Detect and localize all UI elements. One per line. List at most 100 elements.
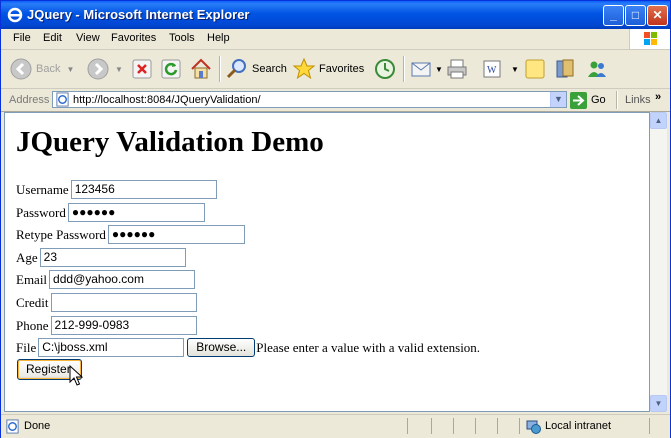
menu-help[interactable]: Help xyxy=(207,32,230,44)
menu-favorites[interactable]: Favorites xyxy=(111,32,156,44)
phone-label: Phone xyxy=(16,317,49,333)
messenger-icon xyxy=(588,61,606,77)
forward-button[interactable]: ▼ xyxy=(86,55,123,83)
status-panel xyxy=(519,418,520,434)
address-dropdown-icon[interactable]: ▼ xyxy=(550,92,566,107)
mail-icon xyxy=(411,62,431,77)
forward-arrow-icon xyxy=(87,58,109,80)
status-panel xyxy=(453,418,454,434)
favorites-button[interactable]: Favorites xyxy=(292,55,364,83)
username-row: Username 123456 xyxy=(16,179,217,200)
file-error-message: Please enter a value with a valid extens… xyxy=(256,339,481,355)
status-bar: Done Local intranet xyxy=(1,414,670,438)
title-bar[interactable]: JQuery - Microsoft Internet Explorer _ □… xyxy=(1,1,670,29)
toolbar: Back ▼ ▼ Search Favorites ▼ W ▼ xyxy=(1,50,670,89)
menu-edit[interactable]: Edit xyxy=(43,32,62,44)
back-label: Back xyxy=(36,63,61,75)
credit-label: Credit xyxy=(16,294,49,310)
resize-grip[interactable] xyxy=(649,418,650,434)
back-arrow-icon xyxy=(10,58,32,80)
search-button[interactable]: Search xyxy=(225,55,287,83)
status-panel xyxy=(431,418,432,434)
mail-button[interactable]: ▼ xyxy=(409,55,443,83)
credit-input[interactable] xyxy=(50,293,197,312)
printer-icon xyxy=(447,59,467,79)
stop-icon xyxy=(132,59,152,79)
username-input[interactable]: 123456 xyxy=(70,180,217,199)
menu-bar: File Edit View Favorites Tools Help xyxy=(1,29,670,50)
file-row: File C:\jboss.xml Browse... Please enter… xyxy=(16,337,480,358)
phone-input[interactable]: 212-999-0983 xyxy=(50,316,197,335)
email-row: Email ddd@yahoo.com xyxy=(16,269,196,290)
retype-password-label: Retype Password xyxy=(16,226,106,242)
scroll-down-icon[interactable]: ▼ xyxy=(650,395,667,412)
discuss-button[interactable] xyxy=(523,55,547,83)
retype-password-input[interactable]: ●●●●●● xyxy=(107,225,245,244)
page-icon xyxy=(56,92,69,107)
toolbar-separator xyxy=(219,56,221,82)
history-button[interactable] xyxy=(373,55,397,83)
file-label: File xyxy=(16,339,37,355)
search-icon xyxy=(226,59,246,79)
menu-tools[interactable]: Tools xyxy=(169,32,195,44)
stop-button[interactable] xyxy=(131,55,153,83)
age-input[interactable]: 23 xyxy=(39,248,186,267)
back-dropdown-icon[interactable]: ▼ xyxy=(66,65,74,74)
status-panel xyxy=(475,418,476,434)
menu-view[interactable]: View xyxy=(76,32,100,44)
print-button[interactable] xyxy=(445,55,469,83)
phone-row: Phone 212-999-0983 xyxy=(16,315,197,336)
favorites-label: Favorites xyxy=(319,63,365,75)
address-label: Address xyxy=(9,94,50,106)
browse-button[interactable]: Browse... xyxy=(187,338,256,357)
minimize-button[interactable]: _ xyxy=(603,5,624,26)
password-label: Password xyxy=(16,204,66,220)
ie-logo-icon xyxy=(7,7,23,23)
go-arrow-icon xyxy=(570,91,587,109)
email-input[interactable]: ddd@yahoo.com xyxy=(49,270,196,289)
links-chevron-icon[interactable]: » xyxy=(655,91,661,103)
refresh-icon xyxy=(161,59,181,79)
maximize-button[interactable]: □ xyxy=(625,5,646,26)
username-label: Username xyxy=(16,181,69,197)
go-label: Go xyxy=(591,94,606,106)
file-input[interactable]: C:\jboss.xml xyxy=(38,338,185,357)
word-edit-icon: W xyxy=(483,60,501,78)
scroll-up-icon[interactable]: ▲ xyxy=(650,112,667,129)
history-icon xyxy=(375,59,395,79)
password-row: Password ●●●●●● xyxy=(16,202,205,223)
address-separator xyxy=(616,91,618,109)
age-label: Age xyxy=(16,249,38,265)
research-button[interactable] xyxy=(553,55,577,83)
forward-dropdown-icon[interactable]: ▼ xyxy=(115,65,123,74)
mail-dropdown-icon[interactable]: ▼ xyxy=(435,65,443,74)
edit-dropdown-icon[interactable]: ▼ xyxy=(511,65,519,74)
status-text: Done xyxy=(24,420,51,432)
research-icon xyxy=(556,59,574,78)
credit-row: Credit xyxy=(16,292,197,313)
go-button[interactable]: Go xyxy=(570,91,606,109)
local-intranet-icon xyxy=(526,420,541,434)
edit-button[interactable]: W ▼ xyxy=(481,55,519,83)
page-done-icon xyxy=(6,419,19,434)
back-button[interactable]: Back ▼ xyxy=(9,55,74,83)
note-icon xyxy=(525,59,545,79)
window-title: JQuery - Microsoft Internet Explorer xyxy=(27,7,250,22)
status-panel xyxy=(497,418,498,434)
browser-window: JQuery - Microsoft Internet Explorer _ □… xyxy=(0,0,671,438)
home-icon xyxy=(191,58,211,79)
vertical-scrollbar[interactable]: ▲ ▼ xyxy=(650,112,667,412)
toolbar-separator xyxy=(403,56,405,82)
messenger-button[interactable] xyxy=(585,55,609,83)
close-button[interactable]: ✕ xyxy=(647,5,668,26)
menu-file[interactable]: File xyxy=(13,32,31,44)
star-icon xyxy=(292,57,316,80)
status-panel xyxy=(407,418,408,434)
page-title: JQuery Validation Demo xyxy=(16,126,324,158)
refresh-button[interactable] xyxy=(160,55,182,83)
address-input[interactable]: http://localhost:8084/JQueryValidation/ … xyxy=(52,91,567,108)
home-button[interactable] xyxy=(189,55,213,83)
age-row: Age 23 xyxy=(16,247,186,268)
links-label[interactable]: Links xyxy=(625,94,651,106)
password-input[interactable]: ●●●●●● xyxy=(67,203,205,222)
